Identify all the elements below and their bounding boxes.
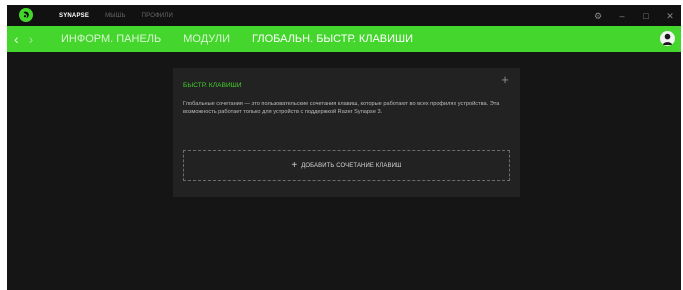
app-tabs: SYNAPSE МЫШЬ ПРОФИЛИ bbox=[59, 5, 173, 26]
minimize-icon[interactable]: – bbox=[617, 11, 627, 21]
forward-arrow-icon[interactable]: › bbox=[29, 26, 34, 52]
app-tab-synapse[interactable]: SYNAPSE bbox=[59, 13, 89, 19]
razer-logo-icon bbox=[19, 8, 33, 22]
shortcuts-card: БЫСТР. КЛАВИШИ + Глобальные сочетания — … bbox=[173, 68, 520, 197]
add-shortcut-button[interactable]: + ДОБАВИТЬ СОЧЕТАНИЕ КЛАВИШ bbox=[183, 150, 510, 181]
close-icon[interactable]: ✕ bbox=[665, 11, 675, 21]
user-avatar-icon[interactable] bbox=[660, 31, 675, 46]
add-plus-icon[interactable]: + bbox=[499, 73, 511, 86]
tab-dashboard[interactable]: ИНФОРМ. ПАНЕЛЬ bbox=[61, 33, 161, 45]
tab-global-shortcuts[interactable]: ГЛОБАЛЬН. БЫСТР. КЛАВИШИ bbox=[252, 33, 413, 45]
title-bar: SYNAPSE МЫШЬ ПРОФИЛИ ⚙ – □ ✕ bbox=[7, 5, 681, 26]
add-shortcut-label: ДОБАВИТЬ СОЧЕТАНИЕ КЛАВИШ bbox=[301, 162, 402, 169]
plus-icon: + bbox=[291, 159, 298, 171]
app-tab-mouse[interactable]: МЫШЬ bbox=[105, 13, 126, 19]
window-controls: ⚙ – □ ✕ bbox=[593, 5, 675, 26]
maximize-icon[interactable]: □ bbox=[641, 11, 651, 21]
app-tab-profiles[interactable]: ПРОФИЛИ bbox=[142, 13, 173, 19]
tab-modules[interactable]: МОДУЛИ bbox=[183, 33, 230, 45]
history-arrows: ‹ › bbox=[14, 26, 33, 52]
card-title: БЫСТР. КЛАВИШИ bbox=[183, 82, 242, 89]
nav-tabs: ИНФОРМ. ПАНЕЛЬ МОДУЛИ ГЛОБАЛЬН. БЫСТР. К… bbox=[61, 26, 413, 52]
settings-gear-icon[interactable]: ⚙ bbox=[593, 11, 603, 21]
back-arrow-icon[interactable]: ‹ bbox=[14, 26, 19, 52]
card-description: Глобальные сочетания — это пользовательс… bbox=[183, 101, 500, 115]
module-nav-bar: ‹ › ИНФОРМ. ПАНЕЛЬ МОДУЛИ ГЛОБАЛЬН. БЫСТ… bbox=[7, 26, 681, 52]
app-window: SYNAPSE МЫШЬ ПРОФИЛИ ⚙ – □ ✕ ‹ › ИНФОРМ.… bbox=[7, 5, 681, 290]
